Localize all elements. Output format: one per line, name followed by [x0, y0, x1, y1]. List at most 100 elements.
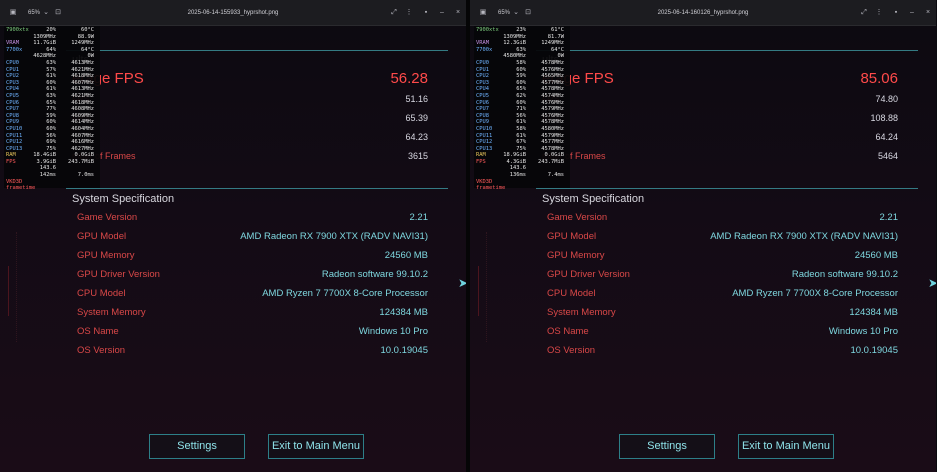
overlay-row: CPU11 56% 4607MHz: [6, 133, 98, 140]
overlay-value: 60%: [46, 119, 56, 126]
spec-row-gpu-model: GPU Model AMD Radeon RX 7900 XTX (RADV N…: [77, 231, 428, 243]
overlay-label: CPU9: [476, 119, 489, 126]
overlay-row: CPU6 60% 4576MHz: [476, 100, 568, 107]
overlay-value: 4618MHz: [71, 73, 94, 80]
overlay-value: 65%: [516, 86, 526, 93]
spec-value: 124384 MB: [849, 307, 898, 318]
result-value: 65.39: [405, 113, 428, 123]
overlay-value: 1249MHz: [71, 40, 94, 47]
overlay-label: CPU8: [6, 112, 19, 119]
overlay-value: 61%: [516, 132, 526, 139]
overlay-value: 4565MHz: [541, 73, 564, 80]
overlay-row: 142ms 7.0ms: [6, 172, 98, 179]
spec-label: System Memory: [77, 307, 146, 318]
overlay-label: 7700x: [476, 46, 493, 53]
result-row: FPS 51.16: [72, 94, 428, 106]
overlay-row: 7900xtx 20% 60°C: [6, 27, 98, 34]
expand-icon[interactable]: ⤢: [860, 9, 868, 17]
overlay-value: 4604MHz: [71, 125, 94, 132]
spec-row-gpu-model: GPU Model AMD Radeon RX 7900 XTX (RADV N…: [547, 231, 898, 243]
overlay-value: 88.9W: [77, 33, 94, 40]
spec-value: 124384 MB: [379, 307, 428, 318]
overlay-value: 4577MHz: [541, 79, 564, 86]
overlay-label: VRAM: [476, 40, 489, 47]
result-row: mber of Frames 3615: [72, 151, 428, 163]
overlay-row: CPU1 57% 4621MHz: [6, 67, 98, 74]
overlay-row: FPS 3.9GiB 243.7MiB: [6, 159, 98, 166]
overlay-value: 81.7W: [547, 33, 564, 40]
overlay-label: CPU3: [476, 79, 489, 86]
mangohud-overlay: 7900xtx 20% 60°C 1309MHz 88.9W VRAM 11.7GiB 124…: [4, 26, 100, 191]
overlay-label: VKD3D: [476, 178, 493, 185]
overlay-value: 4577MHz: [541, 139, 564, 146]
overlay-value: 23%: [516, 27, 526, 33]
pin-icon[interactable]: ▪: [892, 9, 900, 17]
overlay-row: CPU2 61% 4618MHz: [6, 73, 98, 80]
spec-value: 10.0.19045: [380, 345, 428, 356]
overlay-value: 4578MHz: [541, 145, 564, 152]
spec-row-cpu-model: CPU Model AMD Ryzen 7 7700X 8-Core Proce…: [77, 288, 428, 300]
overlay-row: CPU5 63% 4621MHz: [6, 93, 98, 100]
overlay-value: 56%: [46, 132, 56, 139]
viewer-titlebar: ▣ 65% ⌄ ⊡ 2025-06-14-160126_hyprshot.png…: [470, 0, 936, 26]
spec-label: GPU Driver Version: [77, 269, 160, 280]
average-fps-value: 56.28: [390, 70, 428, 87]
overlay-row: CPU4 61% 4613MHz: [6, 86, 98, 93]
overlay-label: CPU4: [476, 86, 489, 93]
menu-dots-icon[interactable]: ⋮: [405, 9, 413, 17]
exit-to-main-menu-button[interactable]: Exit to Main Menu: [738, 434, 834, 459]
result-value: 64.24: [875, 132, 898, 142]
spec-row-gpu-driver: GPU Driver Version Radeon software 99.10…: [547, 269, 898, 281]
overlay-label: CPU6: [476, 99, 489, 106]
side-decoration: [478, 266, 484, 316]
close-icon[interactable]: ×: [454, 9, 462, 17]
overlay-value: 69%: [46, 139, 56, 146]
exit-to-main-menu-button[interactable]: Exit to Main Menu: [268, 434, 364, 459]
overlay-value: 4607MHz: [71, 132, 94, 139]
overlay-value: 56%: [516, 112, 526, 119]
overlay-label: CPU11: [6, 132, 23, 139]
overlay-label: CPU5: [476, 92, 489, 99]
spec-label: GPU Memory: [547, 250, 605, 261]
overlay-label: CPU1: [6, 66, 19, 73]
overlay-row: 143.6: [6, 165, 98, 172]
overlay-value: 11.7GiB: [33, 40, 56, 47]
side-decoration-dotted: [486, 232, 489, 342]
overlay-row: CPU5 62% 4574MHz: [476, 93, 568, 100]
overlay-row: CPU13 75% 4627MHz: [6, 146, 98, 153]
overlay-row: VRAM 12.3GiB 1249MHz: [476, 40, 568, 47]
menu-dots-icon[interactable]: ⋮: [875, 9, 883, 17]
overlay-value: 0.0GiB: [544, 152, 564, 159]
settings-button[interactable]: Settings: [149, 434, 245, 459]
spec-top-line: [66, 188, 448, 189]
minimize-icon[interactable]: –: [438, 9, 446, 17]
overlay-label: frametime: [6, 185, 36, 192]
overlay-value: 0W: [87, 53, 95, 60]
screenshot-pane-right: ▣ 65% ⌄ ⊡ 2025-06-14-160126_hyprshot.png…: [470, 0, 936, 472]
overlay-row: CPU9 61% 4578MHz: [476, 119, 568, 126]
result-value: 3615: [407, 151, 428, 161]
overlay-row: CPU12 67% 4577MHz: [476, 139, 568, 146]
overlay-value: 61%: [46, 86, 56, 93]
overlay-value: 4608MHz: [71, 106, 94, 113]
overlay-row: 1309MHz 81.7W: [476, 34, 568, 41]
overlay-value: 4621MHz: [71, 66, 94, 73]
spec-value: AMD Ryzen 7 7700X 8-Core Processor: [262, 288, 428, 299]
spec-value: 2.21: [879, 212, 899, 223]
spec-value: AMD Radeon RX 7900 XTX (RADV NAVI31): [240, 231, 428, 242]
overlay-row: CPU12 69% 4616MHz: [6, 139, 98, 146]
result-row: mber of Frames 5464: [542, 151, 898, 163]
expand-icon[interactable]: ⤢: [390, 9, 398, 17]
overlay-value: 4578MHz: [541, 119, 564, 126]
spec-row-cpu-model: CPU Model AMD Ryzen 7 7700X 8-Core Proce…: [547, 288, 898, 300]
overlay-value: 4628MHz: [33, 53, 56, 60]
overlay-label: FPS: [476, 158, 486, 165]
result-row: FPS 65.39: [72, 113, 428, 125]
minimize-icon[interactable]: –: [908, 9, 916, 17]
overlay-value: 63%: [516, 46, 526, 53]
close-icon[interactable]: ×: [924, 9, 932, 17]
settings-button[interactable]: Settings: [619, 434, 715, 459]
pin-icon[interactable]: ▪: [422, 9, 430, 17]
overlay-label: CPU3: [6, 79, 19, 86]
overlay-label: CPU2: [6, 73, 19, 80]
